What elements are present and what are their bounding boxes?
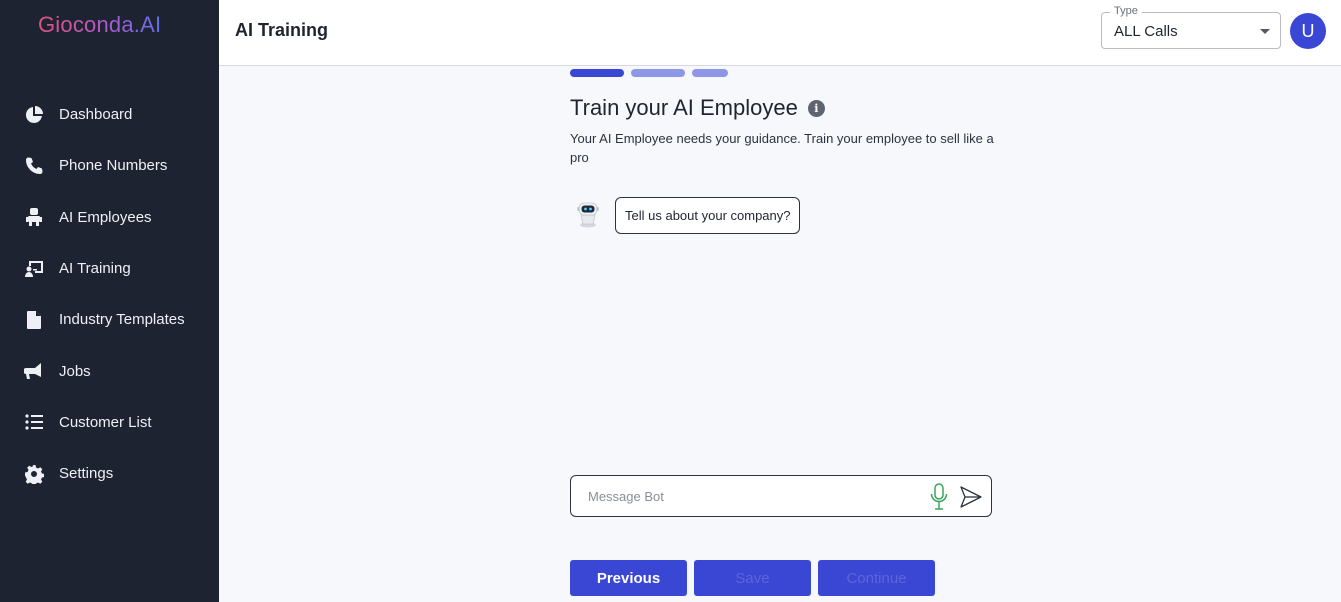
type-select-value: ALL Calls	[1114, 23, 1178, 40]
bot-avatar-icon	[575, 200, 601, 228]
sidebar-item-label: Phone Numbers	[59, 157, 168, 175]
sidebar-nav: Dashboard Phone Numbers AI Employees AI …	[0, 89, 219, 499]
sidebar-item-label: Jobs	[59, 362, 91, 380]
caret-down-icon	[1260, 29, 1270, 34]
message-composer	[570, 475, 992, 517]
bot-message: Tell us about your company?	[615, 197, 801, 234]
user-avatar[interactable]: U	[1290, 13, 1326, 49]
section-heading: Train your AI Employee i	[570, 95, 825, 121]
sidebar-item-ai-employees[interactable]: AI Employees	[0, 192, 219, 243]
send-icon[interactable]	[959, 485, 983, 509]
sidebar-item-label: Industry Templates	[59, 311, 185, 329]
sidebar-item-customer-list[interactable]: Customer List	[0, 397, 219, 448]
sidebar-item-phone-numbers[interactable]: Phone Numbers	[0, 140, 219, 191]
continue-button[interactable]: Continue	[818, 560, 935, 596]
list-icon	[23, 411, 45, 433]
app-logo[interactable]: Gioconda.AI	[38, 12, 161, 38]
megaphone-icon	[23, 360, 45, 382]
type-select[interactable]: Type ALL Calls	[1101, 5, 1281, 49]
file-icon	[23, 309, 45, 331]
sidebar-item-label: AI Employees	[59, 208, 152, 226]
phone-icon	[23, 155, 45, 177]
sidebar-item-label: Dashboard	[59, 106, 133, 124]
info-icon[interactable]: i	[807, 99, 825, 117]
sidebar-item-ai-training[interactable]: AI Training	[0, 243, 219, 294]
type-select-label: Type	[1110, 5, 1142, 17]
progress-step-3	[692, 69, 728, 77]
sidebar-item-industry-templates[interactable]: Industry Templates	[0, 294, 219, 345]
progress-step-1	[570, 69, 624, 77]
sidebar: Gioconda.AI Dashboard Phone Numbers AI E…	[0, 0, 219, 602]
section-title: Train your AI Employee	[570, 95, 798, 120]
sidebar-item-settings[interactable]: Settings	[0, 448, 219, 499]
message-input[interactable]	[583, 476, 913, 516]
previous-button[interactable]: Previous	[570, 560, 687, 596]
top-bar: AI Training Type ALL Calls U	[219, 0, 1341, 66]
progress-step-2	[631, 69, 685, 77]
sidebar-item-label: Customer List	[59, 413, 152, 431]
sidebar-item-jobs[interactable]: Jobs	[0, 345, 219, 396]
microphone-icon[interactable]	[929, 483, 949, 511]
sidebar-item-label: Settings	[59, 465, 114, 483]
gear-icon	[23, 463, 45, 485]
presentation-icon	[23, 258, 45, 280]
pie-chart-icon	[23, 104, 45, 126]
robot-icon	[23, 206, 45, 228]
save-button[interactable]: Save	[694, 560, 811, 596]
sidebar-item-dashboard[interactable]: Dashboard	[0, 89, 219, 140]
sidebar-item-label: AI Training	[59, 260, 131, 278]
section-subtitle: Your AI Employee needs your guidance. Tr…	[570, 131, 994, 165]
page-title: AI Training	[235, 20, 329, 40]
